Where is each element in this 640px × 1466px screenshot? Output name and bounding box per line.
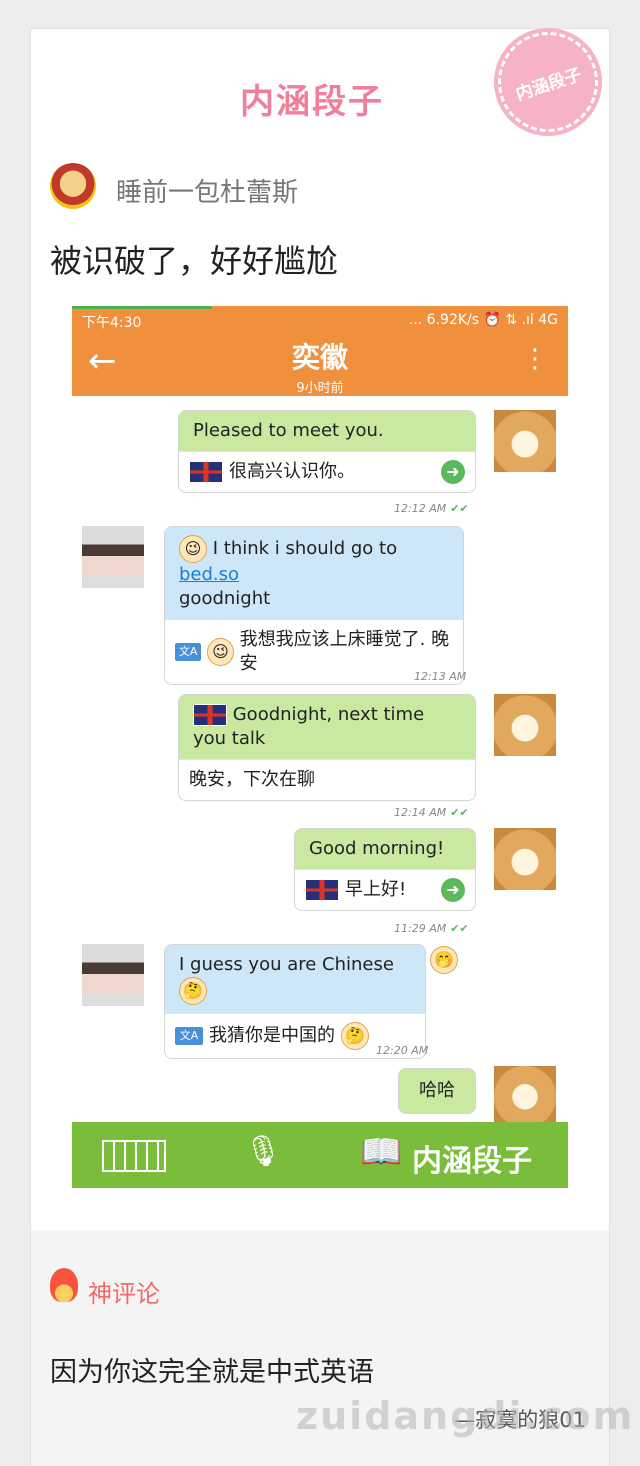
- chat-title: 奕徽: [291, 341, 348, 374]
- message-translation: 晚安，下次在聊: [189, 769, 315, 790]
- message-text: goodnight: [179, 588, 271, 609]
- thinking-emoji-icon: 🤔: [341, 1022, 369, 1050]
- message-bubble[interactable]: Goodnight, next time you talk 晚安，下次在聊: [178, 694, 476, 801]
- message-translation: 早上好!: [345, 879, 407, 900]
- message-text: I think i should go to: [212, 538, 398, 559]
- message-translation: 很高兴认识你。: [229, 461, 355, 482]
- chat-subtitle: 9小时前: [296, 381, 344, 396]
- message-timestamp: 12:14 AM ✔✔: [394, 806, 469, 819]
- book-icon[interactable]: 📖: [360, 1132, 402, 1172]
- microphone-icon[interactable]: 🎙: [244, 1134, 282, 1169]
- brand-logo: 内涵段子: [240, 82, 384, 122]
- input-toolbar: 🎙 📖 内涵段子: [72, 1122, 568, 1188]
- brand-watermark: 内涵段子: [412, 1144, 532, 1179]
- read-check-icon: ✔✔: [450, 806, 469, 819]
- message-bubble[interactable]: Good morning! 早上好! ➜: [294, 828, 476, 911]
- send-icon[interactable]: ➜: [441, 878, 465, 902]
- uk-flag-icon: [193, 704, 227, 726]
- keyboard-icon[interactable]: [102, 1140, 166, 1172]
- message-bubble[interactable]: 哈哈: [398, 1068, 476, 1114]
- message-bubble[interactable]: I guess you are Chinese 🤔 文A 我猜你是中国的 🤔: [164, 944, 426, 1059]
- message-timestamp: 11:29 AM ✔✔: [394, 922, 469, 935]
- avatar: [82, 526, 144, 588]
- message-text: I guess you are Chinese: [179, 954, 394, 975]
- message-text: 哈哈: [419, 1080, 455, 1101]
- message-text: Good morning!: [295, 829, 475, 869]
- avatar: [494, 410, 556, 472]
- status-time: 下午4:30: [82, 315, 142, 331]
- avatar: [494, 694, 556, 756]
- uk-flag-icon: [305, 879, 339, 901]
- author-name[interactable]: 睡前一包杜蕾斯: [116, 172, 298, 209]
- read-check-icon: ✔✔: [450, 922, 469, 935]
- message-translation: 我猜你是中国的: [209, 1025, 335, 1046]
- message-link[interactable]: bed.so: [179, 564, 239, 585]
- hot-comment-label: 神评论: [88, 1280, 160, 1308]
- read-check-icon: ✔✔: [450, 502, 469, 515]
- more-options-icon[interactable]: ⋮: [522, 346, 548, 372]
- wink-emoji-icon: 😉: [207, 638, 234, 666]
- flame-icon: [50, 1268, 78, 1302]
- chat-header: 下午4:30 ... 6.92K/s ⏰ ⇅ .ıl 4G ← 奕徽 9小时前 …: [72, 306, 568, 396]
- message-timestamp: 12:12 AM ✔✔: [394, 502, 469, 515]
- post-title: 被识破了，好好尴尬: [50, 242, 339, 280]
- site-watermark: zuidangdi.com: [296, 1394, 635, 1438]
- avatar[interactable]: [50, 163, 96, 209]
- translate-icon: 文A: [175, 643, 202, 661]
- avatar: [494, 828, 556, 890]
- comment-text: 因为你这完全就是中式英语: [50, 1357, 374, 1388]
- chat-screenshot: 下午4:30 ... 6.92K/s ⏰ ⇅ .ıl 4G ← 奕徽 9小时前 …: [72, 306, 568, 1188]
- uk-flag-icon: [189, 461, 223, 483]
- message-timestamp: 12:20 AM: [376, 1044, 429, 1057]
- wink-emoji-icon: 😉: [179, 535, 207, 563]
- thinking-emoji-icon: 🤔: [179, 977, 207, 1005]
- translate-icon: 文A: [175, 1027, 203, 1045]
- progress-bar: [72, 306, 212, 309]
- message-timestamp: 12:13 AM: [414, 670, 467, 683]
- message-bubble[interactable]: 😉 I think i should go to bed.so goodnight…: [164, 526, 464, 685]
- message-text: Goodnight, next time you talk: [193, 704, 425, 749]
- message-text: Pleased to meet you.: [179, 411, 475, 451]
- message-translation: 我想我应该上床睡觉了. 晚安: [239, 629, 450, 674]
- send-icon[interactable]: ➜: [441, 460, 465, 484]
- laughing-emoji-icon: 🤭: [430, 946, 458, 974]
- status-indicators: ... 6.92K/s ⏰ ⇅ .ıl 4G: [408, 312, 558, 328]
- avatar: [82, 944, 144, 1006]
- avatar: [494, 1066, 556, 1122]
- message-bubble[interactable]: Pleased to meet you. 很高兴认识你。 ➜: [178, 410, 476, 493]
